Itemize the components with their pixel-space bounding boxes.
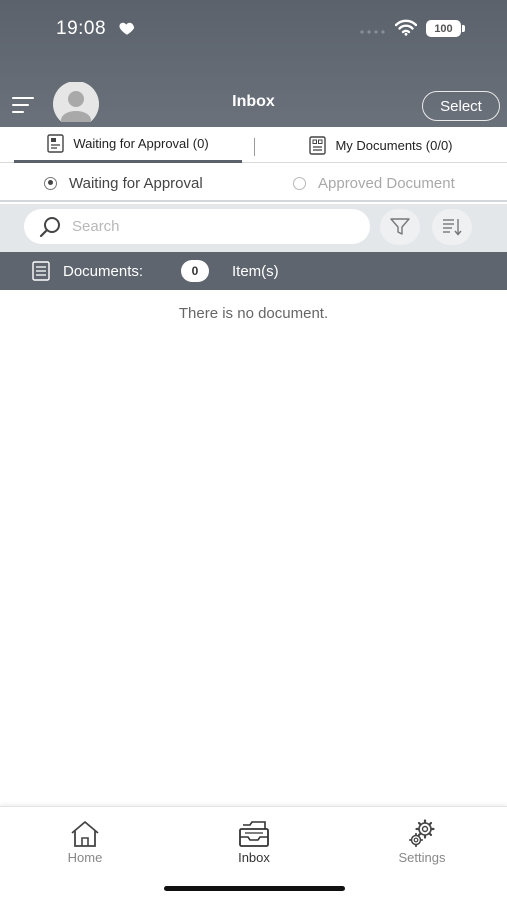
document-list-icon (32, 261, 50, 281)
radio-checked-icon (44, 176, 57, 190)
tab-divider (254, 138, 255, 156)
home-indicator[interactable] (164, 886, 345, 891)
app-header: 19:08 100 Inbox Select (0, 0, 507, 127)
filter-icon (390, 218, 410, 235)
radio-unchecked-icon (293, 176, 306, 190)
filter-button[interactable] (380, 209, 420, 245)
tab-waiting-for-approval[interactable]: Waiting for Approval (0) (14, 127, 242, 163)
gear-icon (408, 819, 435, 848)
radio-label: Approved Document (318, 174, 455, 192)
documents-label: Documents: (63, 263, 144, 280)
battery-indicator: 100 (426, 20, 465, 37)
heart-icon (119, 22, 135, 35)
inbox-icon (239, 821, 269, 847)
document-grid-icon (309, 135, 327, 155)
tab-label: Waiting for Approval (0) (73, 136, 209, 151)
documents-unit: Item(s) (232, 263, 279, 280)
nav-inbox[interactable]: Inbox (204, 819, 304, 865)
wifi-icon (395, 19, 417, 36)
nav-settings[interactable]: Settings (372, 819, 472, 865)
approval-filter: Waiting for Approval Approved Document (0, 164, 507, 202)
cellular-signal-icon (360, 30, 385, 34)
document-clock-icon (47, 134, 65, 153)
tab-label: My Documents (0/0) (335, 137, 453, 153)
tab-my-documents[interactable]: My Documents (0/0) (266, 127, 496, 163)
sort-icon (443, 219, 462, 236)
documents-count-badge: 0 (181, 260, 209, 282)
sort-button[interactable] (432, 209, 472, 245)
search-bar (0, 204, 507, 252)
search-input[interactable] (72, 218, 352, 235)
radio-waiting-for-approval[interactable]: Waiting for Approval (44, 164, 203, 202)
nav-label: Home (67, 850, 103, 865)
search-icon (39, 216, 60, 237)
status-time: 19:08 (56, 18, 107, 39)
search-box[interactable] (24, 209, 370, 244)
radio-label: Waiting for Approval (69, 174, 203, 192)
nav-label: Settings (398, 850, 446, 865)
nav-label: Inbox (238, 850, 270, 865)
nav-home[interactable]: Home (35, 819, 135, 865)
select-button[interactable]: Select (422, 91, 500, 121)
tab-bar: Waiting for Approval (0) My Documents (0… (0, 127, 507, 163)
radio-approved-document[interactable]: Approved Document (293, 164, 455, 202)
empty-state-message: There is no document. (178, 305, 329, 322)
documents-summary-bar: Documents: 0 Item(s) (0, 252, 507, 290)
home-icon (71, 821, 99, 847)
